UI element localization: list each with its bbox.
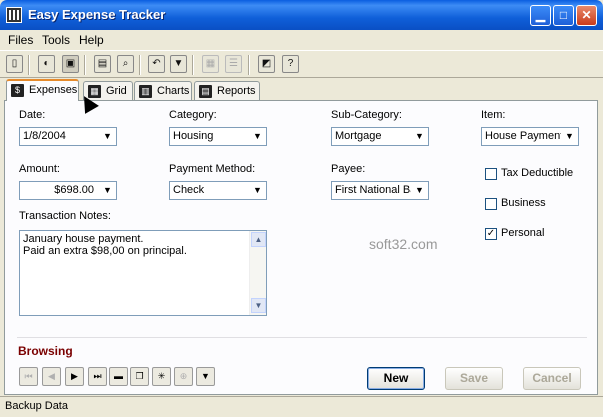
item-select[interactable]: House Payment ▼ bbox=[481, 127, 579, 146]
menu-bar: Files Tools Help bbox=[0, 30, 603, 50]
undo-icon[interactable]: ↶ bbox=[148, 55, 165, 73]
amount-field[interactable]: $698.00 ▼ bbox=[19, 181, 117, 200]
refresh-icon[interactable]: ✳ bbox=[152, 367, 171, 386]
save-icon[interactable]: ▣ bbox=[62, 55, 79, 73]
payment-method-select[interactable]: Check ▼ bbox=[169, 181, 267, 200]
next-record-icon[interactable]: ▶ bbox=[65, 367, 84, 386]
menu-help[interactable]: Help bbox=[79, 33, 104, 47]
payment-method-label: Payment Method: bbox=[169, 163, 256, 175]
divider bbox=[17, 337, 587, 338]
notes-label: Transaction Notes: bbox=[19, 210, 111, 222]
tax-deductible-checkbox[interactable] bbox=[485, 168, 497, 180]
print-icon[interactable]: ▤ bbox=[94, 55, 111, 73]
tab-label: Expenses bbox=[29, 84, 78, 96]
date-label: Date: bbox=[19, 109, 46, 121]
previous-record-icon[interactable]: ◀ bbox=[42, 367, 61, 386]
list-icon[interactable]: ☰ bbox=[225, 55, 242, 73]
chart-icon: ▥ bbox=[139, 85, 152, 98]
window-title: Easy Expense Tracker bbox=[28, 7, 166, 22]
last-record-icon[interactable]: ⏭ bbox=[88, 367, 107, 386]
subcategory-select[interactable]: Mortgage ▼ bbox=[331, 127, 429, 146]
chevron-down-icon[interactable]: ▼ bbox=[249, 128, 266, 145]
category-label: Category: bbox=[169, 109, 217, 121]
maximize-button[interactable]: □ bbox=[553, 5, 574, 26]
report-icon: ▤ bbox=[199, 85, 212, 98]
chevron-down-icon[interactable]: ▼ bbox=[249, 182, 266, 199]
save-button[interactable]: Save bbox=[445, 367, 503, 390]
subcategory-label: Sub-Category: bbox=[331, 109, 402, 121]
toolbar: ▯ ◐ ▣ ▤ ⌕ ↶ ▼ ▦ ☰ ◩ ? bbox=[0, 50, 603, 78]
title-bar: Easy Expense Tracker ▁ □ ✕ bbox=[0, 0, 603, 30]
delete-record-icon[interactable]: ▬ bbox=[109, 367, 128, 386]
tab-label: Grid bbox=[106, 85, 127, 97]
business-checkbox[interactable] bbox=[485, 198, 497, 210]
backup-icon[interactable]: ◐ bbox=[38, 55, 55, 73]
filter-icon[interactable]: ▼ bbox=[170, 55, 187, 73]
close-button[interactable]: ✕ bbox=[576, 5, 597, 26]
exit-icon[interactable]: ▯ bbox=[6, 55, 23, 73]
tab-expenses[interactable]: $ Expenses bbox=[6, 79, 79, 101]
chevron-down-icon[interactable]: ▼ bbox=[99, 182, 116, 199]
chevron-down-icon[interactable]: ▼ bbox=[561, 128, 578, 145]
first-record-icon[interactable]: ⏮ bbox=[19, 367, 38, 386]
tab-charts[interactable]: ▥ Charts bbox=[134, 81, 192, 101]
cancel-button[interactable]: Cancel bbox=[523, 367, 581, 390]
notes-scrollbar[interactable]: ▲ ▼ bbox=[249, 231, 266, 315]
tax-deductible-label: Tax Deductible bbox=[501, 167, 574, 179]
locate-icon[interactable]: ⊕ bbox=[174, 367, 193, 386]
new-button[interactable]: New bbox=[367, 367, 425, 390]
amount-label: Amount: bbox=[19, 163, 60, 175]
scroll-up-icon[interactable]: ▲ bbox=[251, 232, 266, 247]
mode-label: Browsing bbox=[18, 344, 73, 358]
item-label: Item: bbox=[481, 109, 506, 121]
category-select[interactable]: Housing ▼ bbox=[169, 127, 267, 146]
payee-select[interactable]: First National Bank ▼ bbox=[331, 181, 429, 200]
chevron-down-icon[interactable]: ▼ bbox=[411, 128, 428, 145]
expenses-panel: Date: 1/8/2004 ▼ Category: Housing ▼ Sub… bbox=[4, 100, 598, 395]
tab-label: Charts bbox=[157, 85, 190, 97]
options-icon[interactable]: ◩ bbox=[258, 55, 275, 73]
business-label: Business bbox=[501, 197, 546, 209]
chevron-down-icon[interactable]: ▼ bbox=[411, 182, 428, 199]
menu-files[interactable]: Files bbox=[8, 33, 33, 47]
help-icon[interactable]: ? bbox=[282, 55, 299, 73]
copy-record-icon[interactable]: ❐ bbox=[130, 367, 149, 386]
chevron-down-icon[interactable]: ▼ bbox=[99, 128, 116, 145]
find-icon[interactable]: ⌕ bbox=[117, 55, 134, 73]
filter-record-icon[interactable]: ▼ bbox=[196, 367, 215, 386]
personal-checkbox[interactable]: ✓ bbox=[485, 228, 497, 240]
calculator-icon[interactable]: ▦ bbox=[202, 55, 219, 73]
scroll-down-icon[interactable]: ▼ bbox=[251, 298, 266, 313]
app-icon bbox=[6, 7, 22, 23]
payee-label: Payee: bbox=[331, 163, 366, 175]
notes-textarea[interactable]: January house payment. Paid an extra $98… bbox=[19, 230, 267, 316]
notes-text: January house payment. Paid an extra $98… bbox=[23, 233, 187, 257]
tab-label: Reports bbox=[217, 85, 256, 97]
menu-tools[interactable]: Tools bbox=[42, 33, 70, 47]
status-bar: Backup Data bbox=[0, 396, 603, 417]
tab-reports[interactable]: ▤ Reports bbox=[194, 81, 260, 101]
status-text: Backup Data bbox=[5, 400, 68, 412]
personal-label: Personal bbox=[501, 227, 545, 239]
dollar-icon: $ bbox=[11, 84, 24, 97]
watermark: soft32.com bbox=[369, 236, 438, 252]
minimize-button[interactable]: ▁ bbox=[530, 5, 551, 26]
date-picker[interactable]: 1/8/2004 ▼ bbox=[19, 127, 117, 146]
